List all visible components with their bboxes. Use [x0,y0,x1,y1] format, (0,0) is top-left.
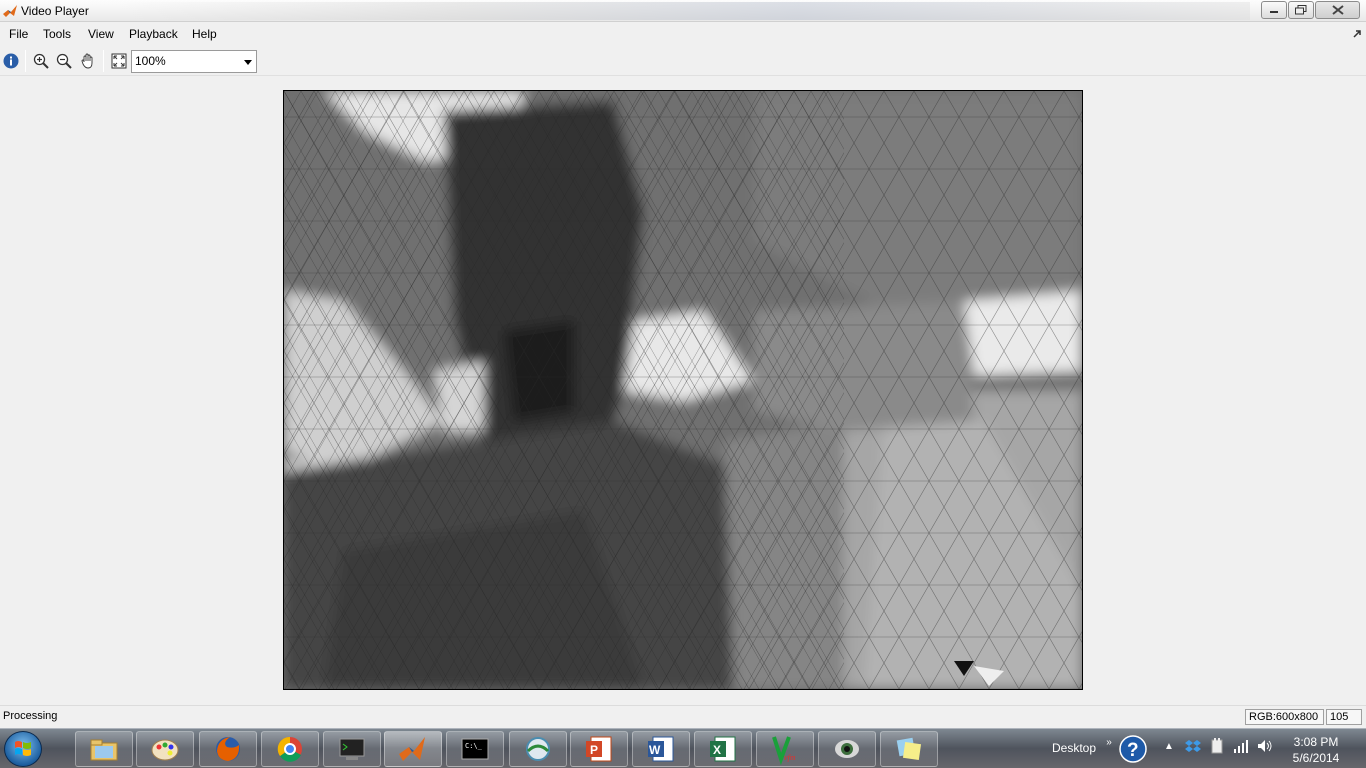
zoom-out-button[interactable] [54,51,74,71]
svg-text:X: X [713,743,721,757]
status-message: Processing [3,710,58,722]
toolbar-separator [25,50,26,72]
title-bar: Video Player [0,0,1366,22]
zoom-out-icon [56,53,72,69]
zoom-in-icon [33,53,49,69]
maximize-button[interactable] [1288,1,1314,19]
clock-time: 3:08 PM [1293,735,1339,749]
signal-strength-icon[interactable] [1232,737,1250,755]
menu-playback[interactable]: Playback [129,27,178,41]
volume-icon[interactable] [1256,737,1274,755]
taskbar-terminal[interactable] [323,731,381,767]
network-globe-icon [526,737,550,761]
toolbar: 100% [0,46,1366,76]
menu-file[interactable]: File [9,27,28,41]
taskbar-excel[interactable]: X [694,731,752,767]
info-icon [3,53,19,69]
taskbar-network[interactable] [509,731,567,767]
desktop-toolbar-label[interactable]: Desktop [1052,741,1096,755]
menu-help[interactable]: Help [192,27,217,41]
taskbar-paint[interactable] [136,731,194,767]
matlab-icon [3,5,17,17]
paint-palette-icon [151,739,179,761]
windows-logo-icon [15,741,31,756]
fit-to-window-icon [111,53,127,69]
clock-date: 5/6/2014 [1292,751,1340,765]
toolbar-separator [103,50,104,72]
powerpoint-icon: P [586,736,612,762]
show-hidden-icons-icon[interactable]: ▲ [1160,737,1178,755]
taskbar-word[interactable]: W [632,731,690,767]
vfm-icon: vfm [772,736,796,765]
minimize-icon [1270,11,1278,13]
terminal-icon [339,738,365,760]
svg-text:P: P [590,743,598,757]
rgb-info: RGB:600x800 [1245,709,1324,725]
command-prompt-icon: C:\_ [461,738,489,760]
svg-text:vfm: vfm [784,753,796,762]
svg-text:W: W [649,743,661,757]
excel-icon: X [710,736,736,762]
taskbar-chrome[interactable] [261,731,319,767]
close-icon [1331,5,1344,15]
taskbar-powerpoint[interactable]: P [570,731,628,767]
sticky-notes-icon [896,737,922,761]
word-icon: W [648,736,674,762]
folder-icon [90,739,118,761]
zoom-level-select[interactable]: 100% [131,50,257,73]
eye-icon [835,740,859,758]
system-clock[interactable]: 3:08 PM 5/6/2014 [1284,734,1348,766]
fit-to-window-button[interactable] [109,51,129,71]
chrome-icon [277,736,302,762]
menu-view[interactable]: View [88,27,114,41]
dock-arrow-icon[interactable] [1352,29,1362,39]
zoom-level-value: 100% [135,54,166,68]
hand-icon [81,53,93,69]
firefox-icon [216,737,240,761]
info-button[interactable] [1,51,21,71]
power-icon[interactable] [1208,737,1226,755]
window-title: Video Player [21,4,89,18]
menu-tools[interactable]: Tools [43,27,71,41]
chevron-down-icon [244,60,252,65]
start-button[interactable] [4,731,42,767]
taskbar-command-prompt[interactable]: C:\_ [446,731,504,767]
title-bar-background [120,2,1250,20]
taskbar-eye-app[interactable] [818,731,876,767]
taskbar-windows-explorer[interactable] [75,731,133,767]
menu-bar: File Tools View Playback Help [0,23,1366,45]
frame-number: 105 [1326,709,1362,725]
taskbar-vfm[interactable]: vfm [756,731,814,767]
taskbar-matlab[interactable] [384,731,442,767]
restore-icon [1295,5,1307,15]
dropbox-icon[interactable] [1184,737,1202,755]
zoom-in-button[interactable] [31,51,51,71]
video-frame[interactable] [283,90,1083,690]
help-icon: ? [1119,735,1147,763]
pan-button[interactable] [78,51,98,71]
taskbar-firefox[interactable] [199,731,257,767]
close-button[interactable] [1315,1,1360,19]
video-frame-image [284,91,1082,689]
chevron-right-icon[interactable]: » [1100,733,1118,751]
taskbar: C:\_ P W X vfm Desktop » ? ▲ 3:08 PM 5/6… [0,728,1366,768]
minimize-button[interactable] [1261,1,1287,19]
matlab-icon [399,737,425,761]
svg-text:C:\_: C:\_ [465,742,483,750]
status-bar: Processing RGB:600x800 105 [0,705,1366,727]
svg-text:?: ? [1127,740,1139,761]
taskbar-sticky-notes[interactable] [880,731,938,767]
help-button[interactable]: ? [1117,734,1149,764]
